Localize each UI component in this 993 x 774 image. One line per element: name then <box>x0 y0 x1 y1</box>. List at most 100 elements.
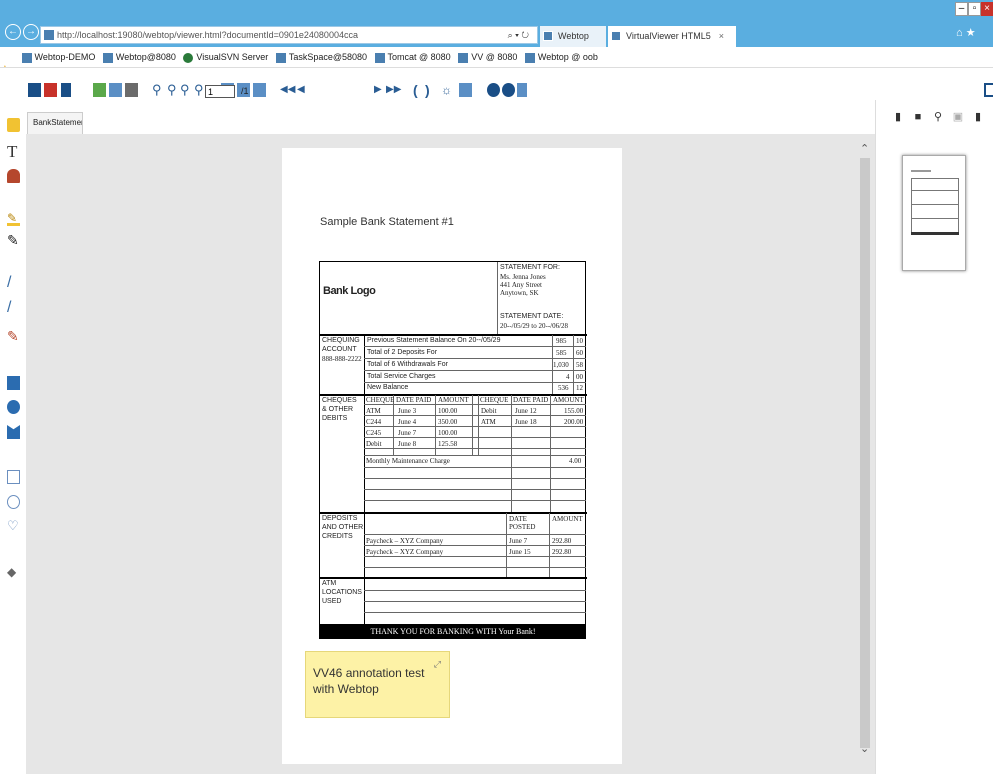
rotate-right-icon[interactable]: ) <box>425 83 438 97</box>
fit-page-icon[interactable] <box>253 83 266 97</box>
maintenance-amount: 4.00 <box>569 457 582 465</box>
save-as-icon[interactable] <box>44 83 57 97</box>
page-thumbnail[interactable] <box>902 155 966 271</box>
debit-cheque: Debit <box>366 440 382 448</box>
bookmark-label: Webtop-DEMO <box>34 52 96 62</box>
vertical-scrollbar[interactable]: ⌃ ⌄ <box>848 134 875 774</box>
forward-icon[interactable]: → <box>23 24 39 40</box>
sticky-note-annotation[interactable]: ⤢ VV46 annotation test with Webtop <box>305 651 450 718</box>
deposit-amount: 292.80 <box>552 537 572 545</box>
bookmark-favicon-icon <box>21 53 32 63</box>
summary-cents: 58 <box>576 361 583 369</box>
bookmark-label: VisualSVN Server <box>196 52 269 62</box>
bookmark-favicon-icon <box>374 53 385 63</box>
horizontal-scrollbar[interactable] <box>26 764 862 774</box>
address-bar[interactable]: http://localhost:19080/webtop/viewer.htm… <box>40 26 538 44</box>
debit-amount: 350.00 <box>438 418 458 426</box>
crop-icon[interactable] <box>459 83 472 97</box>
save-icon[interactable] <box>28 83 41 97</box>
bookmark-item[interactable]: Webtop@8080 <box>102 47 176 67</box>
document-tab[interactable]: BankStatement.pdf <box>27 112 83 134</box>
address-controls-icon[interactable]: ⌕ ▾ ↻ <box>508 27 529 43</box>
statement-date-label: STATEMENT DATE: <box>500 313 564 320</box>
panel-toggle-icon[interactable] <box>984 83 993 97</box>
tab-virtualviewer[interactable]: VirtualViewer HTML5 × <box>608 26 736 47</box>
scroll-thumb[interactable] <box>860 158 870 748</box>
zoom-select-icon[interactable]: ⚲ <box>180 83 193 97</box>
debit-cheque: ATM <box>366 407 381 415</box>
filled-rectangle-icon[interactable] <box>7 376 20 390</box>
bookmark-item[interactable]: TaskSpace@58080 <box>275 47 367 67</box>
text-tool-icon[interactable]: T <box>7 143 20 160</box>
line-icon[interactable]: / <box>7 275 20 291</box>
stamp-icon[interactable] <box>7 169 20 183</box>
info-icon[interactable] <box>487 83 500 97</box>
highlighter-icon[interactable]: ✎ <box>7 212 20 226</box>
search-icon[interactable]: ⚲ <box>931 109 945 125</box>
bookmark-favicon-icon <box>183 53 194 63</box>
pen-icon[interactable]: ✎ <box>7 233 20 248</box>
customer-city: Anytown, SK <box>500 289 539 297</box>
last-page-icon[interactable]: ▶▶ <box>386 83 401 97</box>
bank-statement: Bank Logo STATEMENT FOR: Ms. Jenna Jones… <box>319 261 587 639</box>
first-page-icon[interactable]: ◀◀ <box>280 83 295 97</box>
prev-page-icon[interactable]: ◀ <box>297 83 310 97</box>
minimize-button[interactable]: – <box>955 2 968 16</box>
home-favorites-icon[interactable]: ⌂ ★ <box>956 26 976 39</box>
back-icon[interactable]: ← <box>5 24 21 40</box>
maximize-button[interactable]: ▫ <box>968 2 981 16</box>
deposits-label-2: AND OTHER <box>322 524 364 531</box>
folder-icon[interactable]: ■ <box>911 109 925 125</box>
arrow-icon[interactable]: / <box>7 300 20 316</box>
email-icon[interactable] <box>109 83 122 97</box>
brightness-icon[interactable]: ☼ <box>441 83 454 97</box>
bookmark-item[interactable]: Tomcat @ 8080 <box>374 47 451 67</box>
help-icon[interactable] <box>502 83 515 97</box>
bookmark-icon[interactable]: ▮ <box>971 109 985 125</box>
filled-polygon-icon[interactable] <box>7 425 20 439</box>
scroll-down-icon[interactable]: ⌄ <box>860 742 869 755</box>
debit-cheque: Debit <box>481 407 497 415</box>
zoom-in-icon[interactable]: ⚲ <box>152 83 165 97</box>
maintenance-label: Monthly Maintenance Charge <box>366 457 450 465</box>
scroll-up-icon[interactable]: ⌃ <box>860 142 869 155</box>
expand-icon[interactable]: ⤢ <box>434 656 441 672</box>
summary-dollars: 585 <box>556 349 567 357</box>
debit-amount: 100.00 <box>438 429 458 437</box>
debit-date: June 4 <box>398 418 417 426</box>
zoom-out-icon[interactable]: ⚲ <box>167 83 180 97</box>
deposit-date: June 7 <box>509 537 528 545</box>
debit-amount: 200.00 <box>564 418 584 426</box>
page-number-input[interactable] <box>205 85 235 98</box>
summary-cents: 10 <box>576 337 583 345</box>
tab-webtop[interactable]: Webtop <box>540 26 606 47</box>
page-total: /1 <box>241 86 249 96</box>
tab-favicon-icon <box>611 31 621 41</box>
close-window-button[interactable]: × <box>981 2 993 16</box>
freehand-icon[interactable]: ✎ <box>7 329 20 344</box>
bookmark-item[interactable]: Webtop @ oob <box>524 47 598 67</box>
atm-label-3: USED <box>322 598 342 605</box>
bookmark-label: TaskSpace@58080 <box>288 52 367 62</box>
deposits-label-1: DEPOSITS <box>322 515 358 522</box>
layers-icon[interactable]: ◆ <box>7 566 20 580</box>
comment-icon[interactable]: ▣ <box>951 109 965 125</box>
rectangle-icon[interactable] <box>7 470 20 484</box>
bookmark-item[interactable]: VisualSVN Server <box>182 47 269 67</box>
polygon-icon[interactable]: ♡ <box>7 519 20 534</box>
filled-ellipse-icon[interactable] <box>7 400 20 414</box>
page-icon[interactable]: ▮ <box>891 109 905 125</box>
customer-street: 441 Any Street <box>500 281 542 289</box>
tab-close-icon[interactable]: × <box>719 26 724 46</box>
bookmark-item[interactable]: VV @ 8080 <box>457 47 517 67</box>
bookmark-favicon-icon <box>524 53 535 63</box>
user-icon[interactable] <box>517 83 527 97</box>
export-icon[interactable] <box>93 83 106 97</box>
ellipse-icon[interactable] <box>7 495 20 509</box>
bookmark-item[interactable]: Webtop-DEMO <box>21 47 96 67</box>
sticky-note-icon[interactable] <box>7 118 20 132</box>
print-icon[interactable] <box>125 83 138 97</box>
bookmark-label: Webtop@8080 <box>115 52 176 62</box>
upload-icon[interactable] <box>61 83 71 97</box>
statement-for-label: STATEMENT FOR: <box>500 264 560 271</box>
